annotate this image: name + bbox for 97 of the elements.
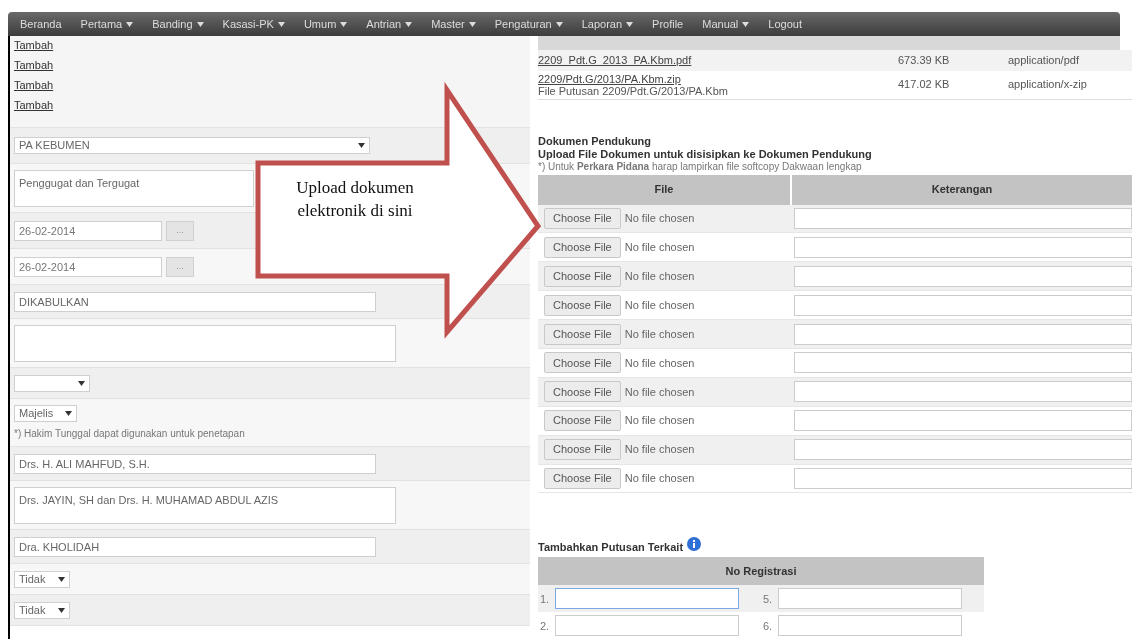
info-icon[interactable]: [687, 537, 702, 552]
registration-field[interactable]: [778, 588, 962, 610]
dropdown[interactable]: Majelis: [14, 404, 78, 422]
file-status: No file chosen: [624, 413, 695, 429]
choose-file-button[interactable]: Choose File: [544, 352, 621, 374]
choose-file-button[interactable]: Choose File: [544, 236, 621, 258]
description-field[interactable]: [794, 352, 1132, 374]
description-field[interactable]: [794, 381, 1132, 403]
choose-file-button[interactable]: Choose File: [544, 381, 621, 403]
caret-icon: [126, 21, 134, 27]
file-status: No file chosen: [624, 442, 695, 458]
file-size: 417.02 KB: [898, 77, 951, 93]
menu-item[interactable]: Master: [431, 15, 476, 33]
caret-icon: [277, 21, 285, 27]
add-link[interactable]: Tambah: [14, 77, 54, 93]
file-status: No file chosen: [624, 297, 695, 313]
row-number: 2.: [540, 618, 551, 634]
section-subtitle: Upload File Dokumen untuk disisipkan ke Dokumen Pendukung: [538, 147, 873, 161]
caret-icon: [340, 21, 348, 27]
registration-field[interactable]: [555, 615, 739, 637]
add-link[interactable]: Tambah: [14, 57, 54, 73]
column-header: Keterangan: [930, 182, 994, 198]
description-field[interactable]: [794, 236, 1132, 258]
caret-icon: [742, 21, 750, 27]
menu-item[interactable]: Laporan: [581, 15, 634, 33]
file-link[interactable]: 2209_Pdt.G_2013_PA.Kbm.pdf: [538, 54, 692, 67]
file-status: No file chosen: [624, 326, 695, 342]
description-field[interactable]: [794, 294, 1132, 316]
file-status: No file chosen: [624, 240, 695, 256]
menu-item[interactable]: Pertama: [80, 15, 134, 33]
caret-icon: [468, 21, 476, 27]
menu-item[interactable]: Profile: [652, 15, 684, 33]
file-status: No file chosen: [624, 471, 695, 487]
dropdown[interactable]: PA KEBUMEN: [14, 137, 370, 154]
file-status: No file chosen: [624, 268, 695, 284]
file-status: No file chosen: [624, 211, 695, 227]
caret-icon: [57, 576, 65, 582]
description-field[interactable]: [794, 410, 1132, 432]
menu-item[interactable]: Pengaturan: [494, 15, 563, 33]
menu-item[interactable]: Manual: [702, 15, 750, 33]
file-status: No file chosen: [624, 355, 695, 371]
caret-icon: [405, 21, 413, 27]
section-title: Dokumen Pendukung: [538, 133, 653, 148]
dropdown[interactable]: Tidak: [14, 570, 70, 588]
row-number: 1.: [540, 591, 551, 607]
caret-icon: [57, 607, 65, 613]
text-area[interactable]: [14, 324, 396, 362]
note-text: *) Untuk Perkara Pidana harap lampirkan file softcopy Dakwaan lengkap: [538, 160, 863, 173]
file-type: application/pdf: [1008, 53, 1079, 68]
caret-icon: [555, 21, 563, 27]
caret-icon: [65, 410, 73, 416]
choose-file-button[interactable]: Choose File: [544, 410, 621, 432]
description-field[interactable]: [794, 207, 1132, 229]
add-link[interactable]: Tambah: [14, 37, 54, 53]
menu-item[interactable]: Antrian: [366, 15, 413, 33]
menu-item[interactable]: Umum: [303, 15, 348, 33]
text-field[interactable]: Dra. KHOLIDAH: [14, 536, 376, 557]
file-size: 673.39 KB: [898, 53, 951, 68]
choose-file-button[interactable]: Choose File: [544, 467, 621, 489]
row-number: 6.: [763, 618, 774, 634]
caret-icon: [78, 380, 85, 386]
caret-icon: [626, 21, 634, 27]
registration-field[interactable]: [778, 615, 962, 637]
text-field[interactable]: DIKABULKAN: [14, 291, 376, 312]
description-field[interactable]: [794, 467, 1132, 489]
menu-item[interactable]: Logout: [768, 15, 802, 33]
file-link[interactable]: 2209/Pdt.G/2013/PA.Kbm.zip: [538, 72, 681, 85]
caret-icon: [196, 21, 204, 27]
file-type: application/x-zip: [1008, 77, 1087, 93]
add-link[interactable]: Tambah: [14, 97, 54, 113]
file-description: File Putusan 2209/Pdt.G/2013/PA.Kbm: [538, 84, 729, 97]
choose-file-button[interactable]: Choose File: [544, 265, 621, 287]
description-field[interactable]: [794, 439, 1132, 461]
dropdown[interactable]: [14, 374, 90, 392]
date-field[interactable]: 26-02-2014: [14, 220, 162, 241]
choose-file-button[interactable]: Choose File: [544, 439, 621, 461]
menu-item[interactable]: Beranda: [20, 15, 62, 33]
text-field[interactable]: Drs. H. ALI MAHFUD, S.H.: [14, 453, 376, 474]
column-header: No Registrasi: [725, 564, 797, 580]
file-status: No file chosen: [624, 384, 695, 400]
text-area[interactable]: Drs. JAYIN, SH dan Drs. H. MUHAMAD ABDUL AZIS: [14, 486, 396, 524]
menu-item[interactable]: Banding: [152, 15, 204, 33]
description-field[interactable]: [794, 323, 1132, 345]
choose-file-button[interactable]: Choose File: [544, 207, 621, 229]
caret-icon: [358, 143, 365, 148]
section-title: Tambahkan Putusan Terkait: [538, 540, 684, 556]
row-number: 5.: [763, 591, 774, 607]
callout-text: Upload dokumen elektronik di sini: [295, 177, 415, 222]
registration-field[interactable]: [555, 588, 739, 610]
choose-file-button[interactable]: Choose File: [544, 323, 621, 345]
date-field[interactable]: 26-02-2014: [14, 256, 162, 277]
description-field[interactable]: [794, 265, 1132, 287]
text-area[interactable]: Penggugat dan Tergugat: [14, 169, 254, 207]
dropdown[interactable]: Tidak: [14, 601, 70, 619]
hint-text: *) Hakim Tunggal dapat digunakan untuk penetapan: [14, 426, 245, 441]
choose-file-button[interactable]: Choose File: [544, 294, 621, 316]
menu-item[interactable]: Kasasi-PK: [222, 15, 285, 33]
